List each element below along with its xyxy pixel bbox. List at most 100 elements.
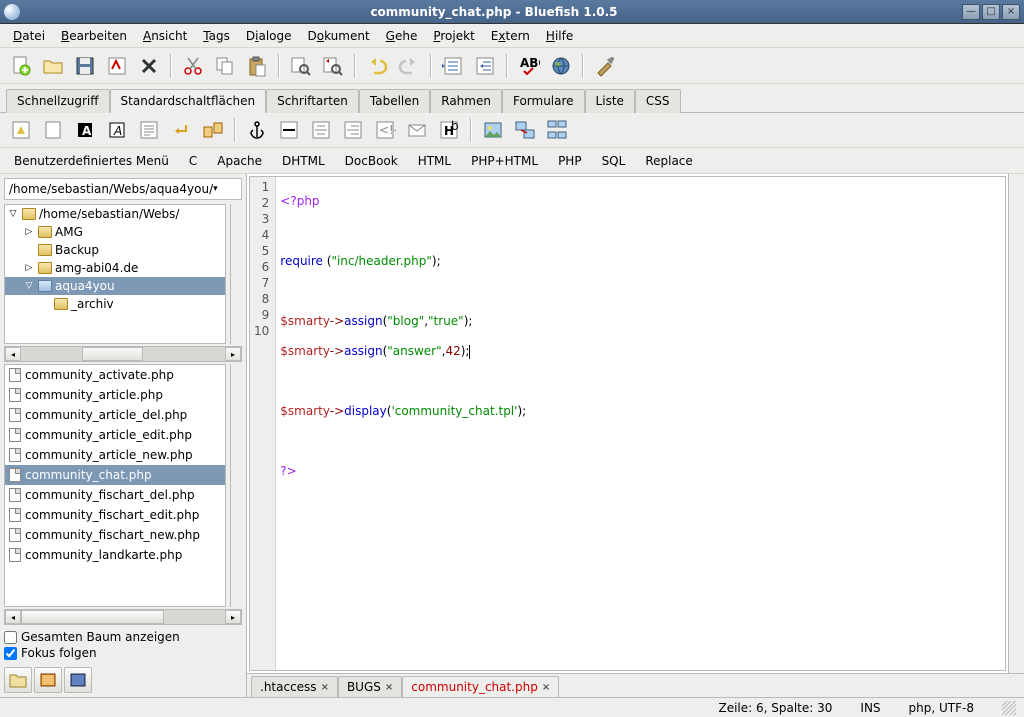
fokus-folgen-checkbox[interactable]: Fokus folgen xyxy=(4,645,242,661)
custom-menu-php[interactable]: PHP xyxy=(550,152,590,170)
custom-menu-c[interactable]: C xyxy=(181,152,205,170)
menu-dialoge[interactable]: Dialoge xyxy=(239,27,299,45)
file-row[interactable]: community_article_del.php xyxy=(5,405,225,425)
file-list[interactable]: community_activate.php community_article… xyxy=(4,364,226,607)
quickstart-button[interactable] xyxy=(6,115,36,145)
menu-dokument[interactable]: Dokument xyxy=(301,27,377,45)
paragraph-button[interactable] xyxy=(134,115,164,145)
resize-grip[interactable] xyxy=(1002,701,1016,715)
files-panel-button[interactable] xyxy=(4,667,32,693)
reference-panel-button[interactable] xyxy=(64,667,92,693)
menu-tags[interactable]: Tags xyxy=(196,27,237,45)
editor-tab-community-chat[interactable]: community_chat.php× xyxy=(402,676,559,697)
editor-scrollbar[interactable] xyxy=(1008,174,1024,673)
folder-tree[interactable]: ▽/home/sebastian/Webs/ ▷AMG Backup ▷amg-… xyxy=(4,204,226,344)
menu-ansicht[interactable]: Ansicht xyxy=(136,27,194,45)
tab-tabellen[interactable]: Tabellen xyxy=(359,89,430,113)
tree-row[interactable]: ▽aqua4you xyxy=(5,277,225,295)
menu-projekt[interactable]: Projekt xyxy=(426,27,481,45)
close-icon[interactable]: × xyxy=(385,682,393,693)
filelist-scrollbar[interactable] xyxy=(230,364,246,607)
tree-row[interactable]: _archiv xyxy=(5,295,225,313)
nbsp-button[interactable] xyxy=(198,115,228,145)
tab-liste[interactable]: Liste xyxy=(585,89,635,113)
font-button[interactable]: Hb xyxy=(434,115,464,145)
cut-button[interactable] xyxy=(178,51,208,81)
file-row[interactable]: community_landkarte.php xyxy=(5,545,225,565)
custom-menu-phphtml[interactable]: PHP+HTML xyxy=(463,152,546,170)
anchor-button[interactable] xyxy=(242,115,272,145)
menu-bearbeiten[interactable]: Bearbeiten xyxy=(54,27,134,45)
tab-standardschaltflaechen[interactable]: Standardschaltflächen xyxy=(110,89,267,113)
tab-css[interactable]: CSS xyxy=(635,89,681,113)
scroll-left-icon[interactable]: ◂ xyxy=(5,347,21,361)
preferences-button[interactable] xyxy=(590,51,620,81)
custom-menu-replace[interactable]: Replace xyxy=(637,152,700,170)
tab-rahmen[interactable]: Rahmen xyxy=(430,89,502,113)
image-button[interactable] xyxy=(478,115,508,145)
italic-button[interactable]: A xyxy=(102,115,132,145)
minimize-button[interactable]: — xyxy=(962,4,980,20)
paste-button[interactable] xyxy=(242,51,272,81)
rightalign-button[interactable] xyxy=(338,115,368,145)
gesamten-baum-checkbox[interactable]: Gesamten Baum anzeigen xyxy=(4,629,242,645)
redo-button[interactable] xyxy=(394,51,424,81)
unindent-button[interactable] xyxy=(438,51,468,81)
file-row[interactable]: community_article.php xyxy=(5,385,225,405)
maximize-button[interactable]: □ xyxy=(982,4,1000,20)
close-icon[interactable]: × xyxy=(542,682,550,693)
menu-gehe[interactable]: Gehe xyxy=(379,27,425,45)
scroll-left-icon[interactable]: ◂ xyxy=(5,610,21,624)
custom-menu-docbook[interactable]: DocBook xyxy=(337,152,406,170)
body-button[interactable] xyxy=(38,115,68,145)
break-button[interactable] xyxy=(166,115,196,145)
code-editor[interactable]: 12345678910 <?php require ("inc/header.p… xyxy=(249,176,1006,671)
find-button[interactable] xyxy=(286,51,316,81)
save-as-button[interactable] xyxy=(102,51,132,81)
menu-datei[interactable]: Datei xyxy=(6,27,52,45)
tree-row[interactable]: ▷amg-abi04.de xyxy=(5,259,225,277)
custom-menu-apache[interactable]: Apache xyxy=(209,152,270,170)
editor-tab-bugs[interactable]: BUGS× xyxy=(338,676,402,697)
filelist-hscroll[interactable]: ◂ ▸ xyxy=(4,609,242,625)
indent-button[interactable] xyxy=(470,51,500,81)
custom-menu-dhtml[interactable]: DHTML xyxy=(274,152,333,170)
tree-row[interactable]: ▽/home/sebastian/Webs/ xyxy=(5,205,225,223)
bookmarks-panel-button[interactable] xyxy=(34,667,62,693)
tree-hscroll[interactable]: ◂ ▸ xyxy=(4,346,242,362)
path-combo[interactable]: /home/sebastian/Webs/aqua4you/ ▾ xyxy=(4,178,242,200)
hrule-button[interactable] xyxy=(274,115,304,145)
code-content[interactable]: <?php require ("inc/header.php"); $smart… xyxy=(276,177,530,670)
custom-menu-sql[interactable]: SQL xyxy=(594,152,634,170)
save-button[interactable] xyxy=(70,51,100,81)
open-button[interactable] xyxy=(38,51,68,81)
tab-schnellzugriff[interactable]: Schnellzugriff xyxy=(6,89,110,113)
spellcheck-button[interactable]: ABC xyxy=(514,51,544,81)
editor-tab-htaccess[interactable]: .htaccess× xyxy=(251,676,338,697)
multi-thumbnail-button[interactable] xyxy=(542,115,572,145)
custom-menu-main[interactable]: Benutzerdefiniertes Menü xyxy=(6,152,177,170)
tab-schriftarten[interactable]: Schriftarten xyxy=(266,89,359,113)
close-icon[interactable]: × xyxy=(321,682,329,693)
center-button[interactable] xyxy=(306,115,336,145)
replace-button[interactable] xyxy=(318,51,348,81)
bold-button[interactable]: A xyxy=(70,115,100,145)
file-row[interactable]: community_article_edit.php xyxy=(5,425,225,445)
file-row[interactable]: community_fischart_del.php xyxy=(5,485,225,505)
close-button[interactable]: × xyxy=(1002,4,1020,20)
new-file-button[interactable] xyxy=(6,51,36,81)
tab-formulare[interactable]: Formulare xyxy=(502,89,585,113)
tree-scrollbar[interactable] xyxy=(230,204,246,344)
file-row[interactable]: community_fischart_new.php xyxy=(5,525,225,545)
close-file-button[interactable] xyxy=(134,51,164,81)
tree-row[interactable]: Backup xyxy=(5,241,225,259)
email-button[interactable] xyxy=(402,115,432,145)
undo-button[interactable] xyxy=(362,51,392,81)
copy-button[interactable] xyxy=(210,51,240,81)
scroll-right-icon[interactable]: ▸ xyxy=(225,610,241,624)
file-row[interactable]: community_article_new.php xyxy=(5,445,225,465)
browser-button[interactable] xyxy=(546,51,576,81)
scroll-right-icon[interactable]: ▸ xyxy=(225,347,241,361)
file-row[interactable]: community_activate.php xyxy=(5,365,225,385)
thumbnail-button[interactable] xyxy=(510,115,540,145)
